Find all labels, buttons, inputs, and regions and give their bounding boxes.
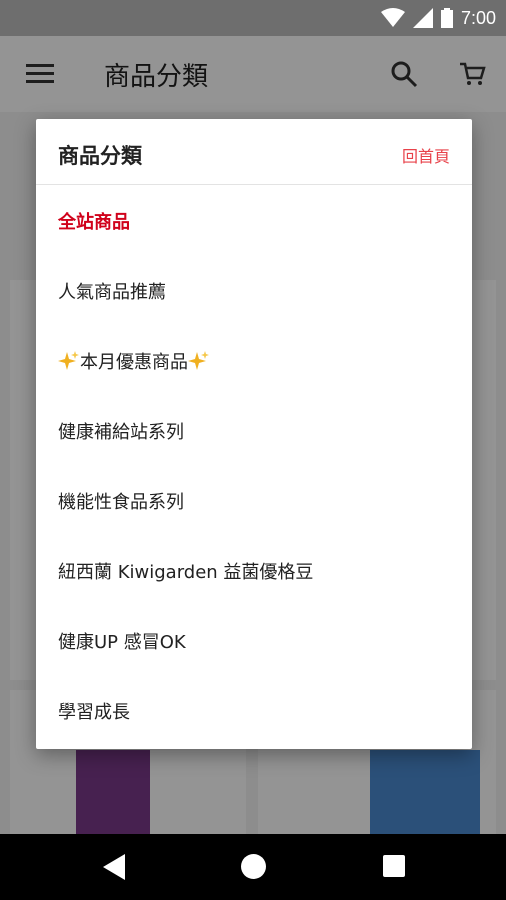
category-item-kiwigarden[interactable]: 紐西蘭 Kiwigarden 益菌優格豆 [36,536,472,606]
system-nav-bar [0,834,506,900]
back-icon[interactable] [103,854,125,880]
category-label: 本月優惠商品 [80,352,188,373]
dialog-header: 商品分類 回首頁 [36,119,472,185]
home-link[interactable]: 回首頁 [402,143,450,167]
category-label: 學習成長 [58,702,130,723]
category-item-health-up[interactable]: 健康UP 感冒OK [36,606,472,676]
category-item-monthly-deals[interactable]: 本月優惠商品 [36,326,472,396]
battery-icon [440,8,453,28]
category-label: 健康UP 感冒OK [58,632,186,653]
category-label: 紐西蘭 Kiwigarden 益菌優格豆 [58,562,314,583]
category-label: 人氣商品推薦 [58,282,166,303]
category-item-functional-food[interactable]: 機能性食品系列 [36,466,472,536]
home-icon[interactable] [241,854,266,879]
signal-icon [412,8,433,28]
category-label: 全站商品 [58,212,130,233]
recents-icon[interactable] [383,855,405,877]
category-item-health-supply[interactable]: 健康補給站系列 [36,396,472,466]
category-item-learning-growth[interactable]: 學習成長 [36,676,472,746]
category-label: 機能性食品系列 [58,492,184,513]
status-bar: 7:00 [0,0,506,36]
status-time: 7:00 [460,7,496,28]
category-dialog: 商品分類 回首頁 全站商品 人氣商品推薦 本月優惠商品 健康補給站系列 機能性食… [36,119,472,749]
sparkle-icon [188,351,209,370]
category-item-all[interactable]: 全站商品 [36,186,472,256]
sparkle-icon [58,351,79,370]
category-item-popular[interactable]: 人氣商品推薦 [36,256,472,326]
category-label: 健康補給站系列 [58,422,184,443]
dialog-title: 商品分類 [58,144,142,168]
wifi-icon [380,8,405,27]
